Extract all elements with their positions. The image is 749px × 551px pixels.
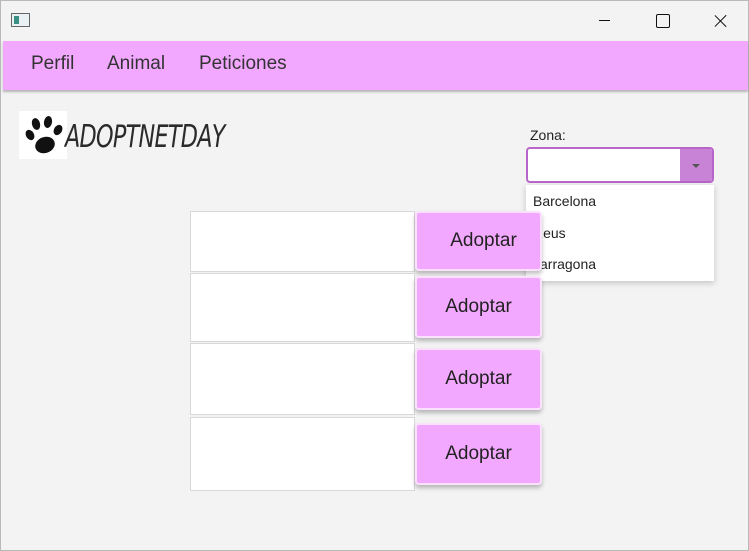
menu-item-peticiones[interactable]: Peticiones — [199, 53, 287, 75]
paw-icon — [19, 111, 67, 159]
zona-dropdown-list: Barcelona Reus Tarragona — [526, 185, 714, 281]
chevron-down-icon[interactable] — [680, 149, 712, 181]
adopt-button[interactable]: Adoptar — [415, 423, 542, 485]
brand-name: ADOPTNETDAY — [65, 119, 225, 155]
menu-item-animal[interactable]: Animal — [107, 53, 165, 75]
app-icon — [11, 13, 30, 27]
pet-card — [190, 211, 415, 272]
pet-card — [190, 417, 415, 491]
pet-card — [190, 343, 415, 415]
adopt-button[interactable]: Adoptar — [415, 276, 542, 338]
zona-option-tarragona[interactable]: Tarragona — [533, 256, 596, 272]
adopt-button[interactable]: Adoptar — [415, 211, 542, 271]
maximize-icon[interactable] — [639, 6, 685, 36]
pet-card — [190, 273, 415, 342]
window-titlebar — [1, 1, 748, 41]
menu-item-perfil[interactable]: Perfil — [31, 53, 74, 75]
menu-bar: Perfil Animal Peticiones — [3, 41, 748, 90]
zona-label: Zona: — [530, 127, 566, 143]
zona-combobox[interactable] — [526, 147, 714, 183]
adopt-button[interactable]: Adoptar — [415, 348, 542, 410]
minimize-icon[interactable] — [582, 6, 628, 36]
zona-option-barcelona[interactable]: Barcelona — [533, 193, 596, 209]
close-icon[interactable] — [697, 6, 743, 36]
